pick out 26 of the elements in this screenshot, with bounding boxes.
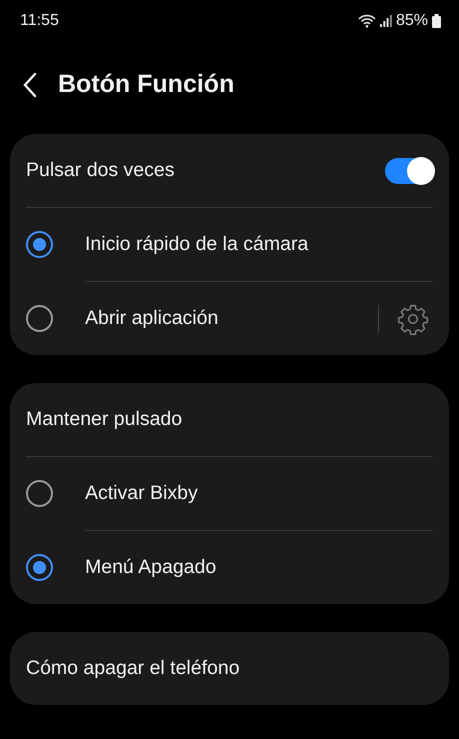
setting-row[interactable]: Pulsar dos veces [10,134,449,207]
radio-button[interactable] [26,480,53,507]
option-label: Abrir aplicación [84,306,218,331]
page-title: Botón Función [58,69,234,100]
status-time: 11:55 [20,11,59,31]
radio-button[interactable] [26,554,53,581]
option-row[interactable]: Inicio rápido de la cámara [10,208,449,281]
wifi-icon [358,14,376,28]
option-label: Activar Bixby [84,480,198,506]
section-heading: Mantener pulsado [26,406,182,432]
option-row[interactable]: Activar Bixby [10,457,449,530]
row-label: Cómo apagar el teléfono [26,656,240,681]
settings-button[interactable] [397,302,429,334]
option-row[interactable]: Abrir aplicación [10,282,449,355]
link-row[interactable]: Cómo apagar el teléfono [10,632,449,705]
option-row[interactable]: Menú Apagado [10,531,449,604]
toggle-switch[interactable] [385,158,433,184]
radio-button[interactable] [26,305,53,332]
back-button[interactable] [22,72,38,98]
row-label: Pulsar dos veces [26,158,174,183]
option-label: Inicio rápido de la cámara [84,232,308,257]
battery-percent: 85% [396,11,428,31]
option-label: Menú Apagado [84,554,216,580]
radio-button[interactable] [26,231,53,258]
signal-icon [380,15,392,27]
battery-icon [432,14,441,28]
